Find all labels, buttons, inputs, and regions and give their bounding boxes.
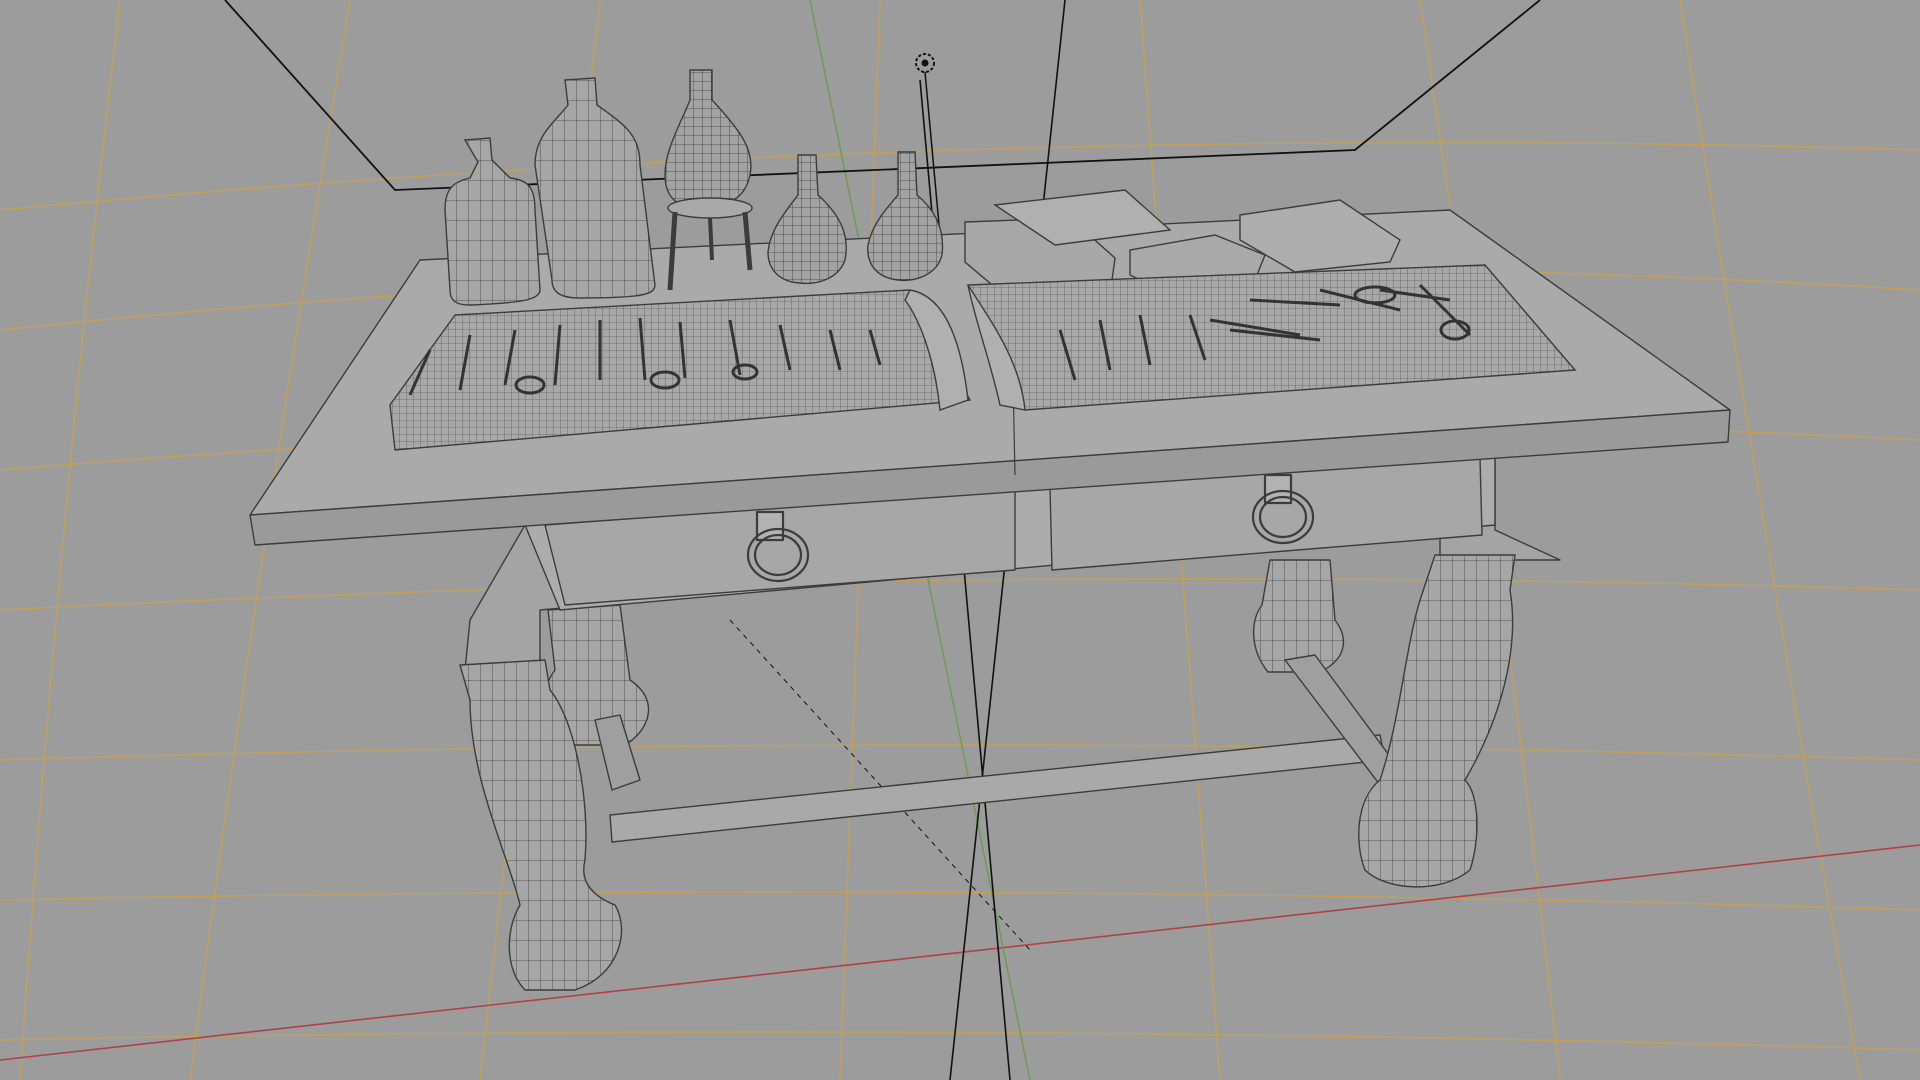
3d-viewport[interactable]	[0, 0, 1920, 1080]
table-leg-back-right	[1252, 559, 1345, 673]
